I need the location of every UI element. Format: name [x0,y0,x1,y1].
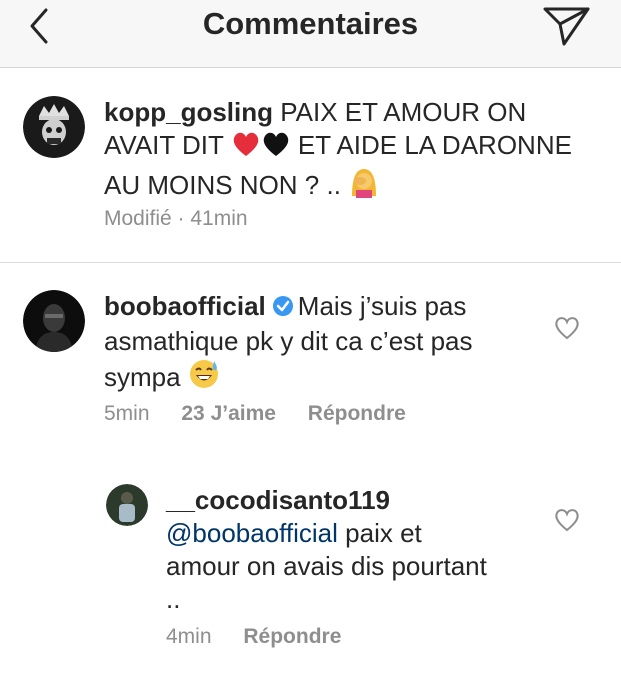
comment-meta: 5min 23 J’aime Répondre [104,402,406,426]
top-bar: Commentaires [0,0,621,68]
timestamp: 4min [166,625,212,648]
comment-username[interactable]: boobaofficial [104,291,266,321]
avatar[interactable] [23,96,85,158]
grinning-sweat-icon [188,358,220,398]
user-avatar-icon [23,290,85,352]
divider [0,262,621,263]
like-button[interactable] [554,316,580,340]
comment-username[interactable]: __cocodisanto119 [166,485,390,515]
avatar[interactable] [23,290,85,352]
comment-meta: 4min Répondre [166,625,341,649]
black-heart-icon [261,130,291,166]
reply-button[interactable]: Répondre [243,625,341,648]
paper-plane-icon [543,7,590,46]
user-avatar-icon [106,484,148,526]
page-title: Commentaires [202,6,419,41]
meta-separator: · [171,207,191,230]
reply-button[interactable]: Répondre [308,402,406,425]
mention-link[interactable]: @boobaofficial [166,518,338,548]
comment-username[interactable]: kopp_gosling [104,97,273,127]
timestamp: 41min [190,207,248,230]
woman-facepalming-icon [348,166,380,206]
avatar[interactable] [106,484,148,526]
comment-meta: Modifié · 41min [104,207,248,231]
verified-badge-icon [272,292,294,325]
comment-caption: kopp_gosling PAIX ET AMOUR ON AVAIT DIT … [104,96,574,206]
likes-count[interactable]: 23 J’aime [181,402,276,425]
timestamp: 5min [104,402,150,425]
red-heart-icon [231,130,261,166]
heart-outline-icon [555,317,579,340]
comment-reply: __cocodisanto119 @boobaofficial paix et … [166,484,496,616]
heart-outline-icon [555,509,579,532]
comment: boobaofficial Mais j’suis pas asmathique … [104,290,544,398]
share-button[interactable] [540,2,592,48]
edited-label: Modifié [104,207,172,230]
like-button[interactable] [554,508,580,532]
crowned-skull-avatar-icon [23,96,85,158]
